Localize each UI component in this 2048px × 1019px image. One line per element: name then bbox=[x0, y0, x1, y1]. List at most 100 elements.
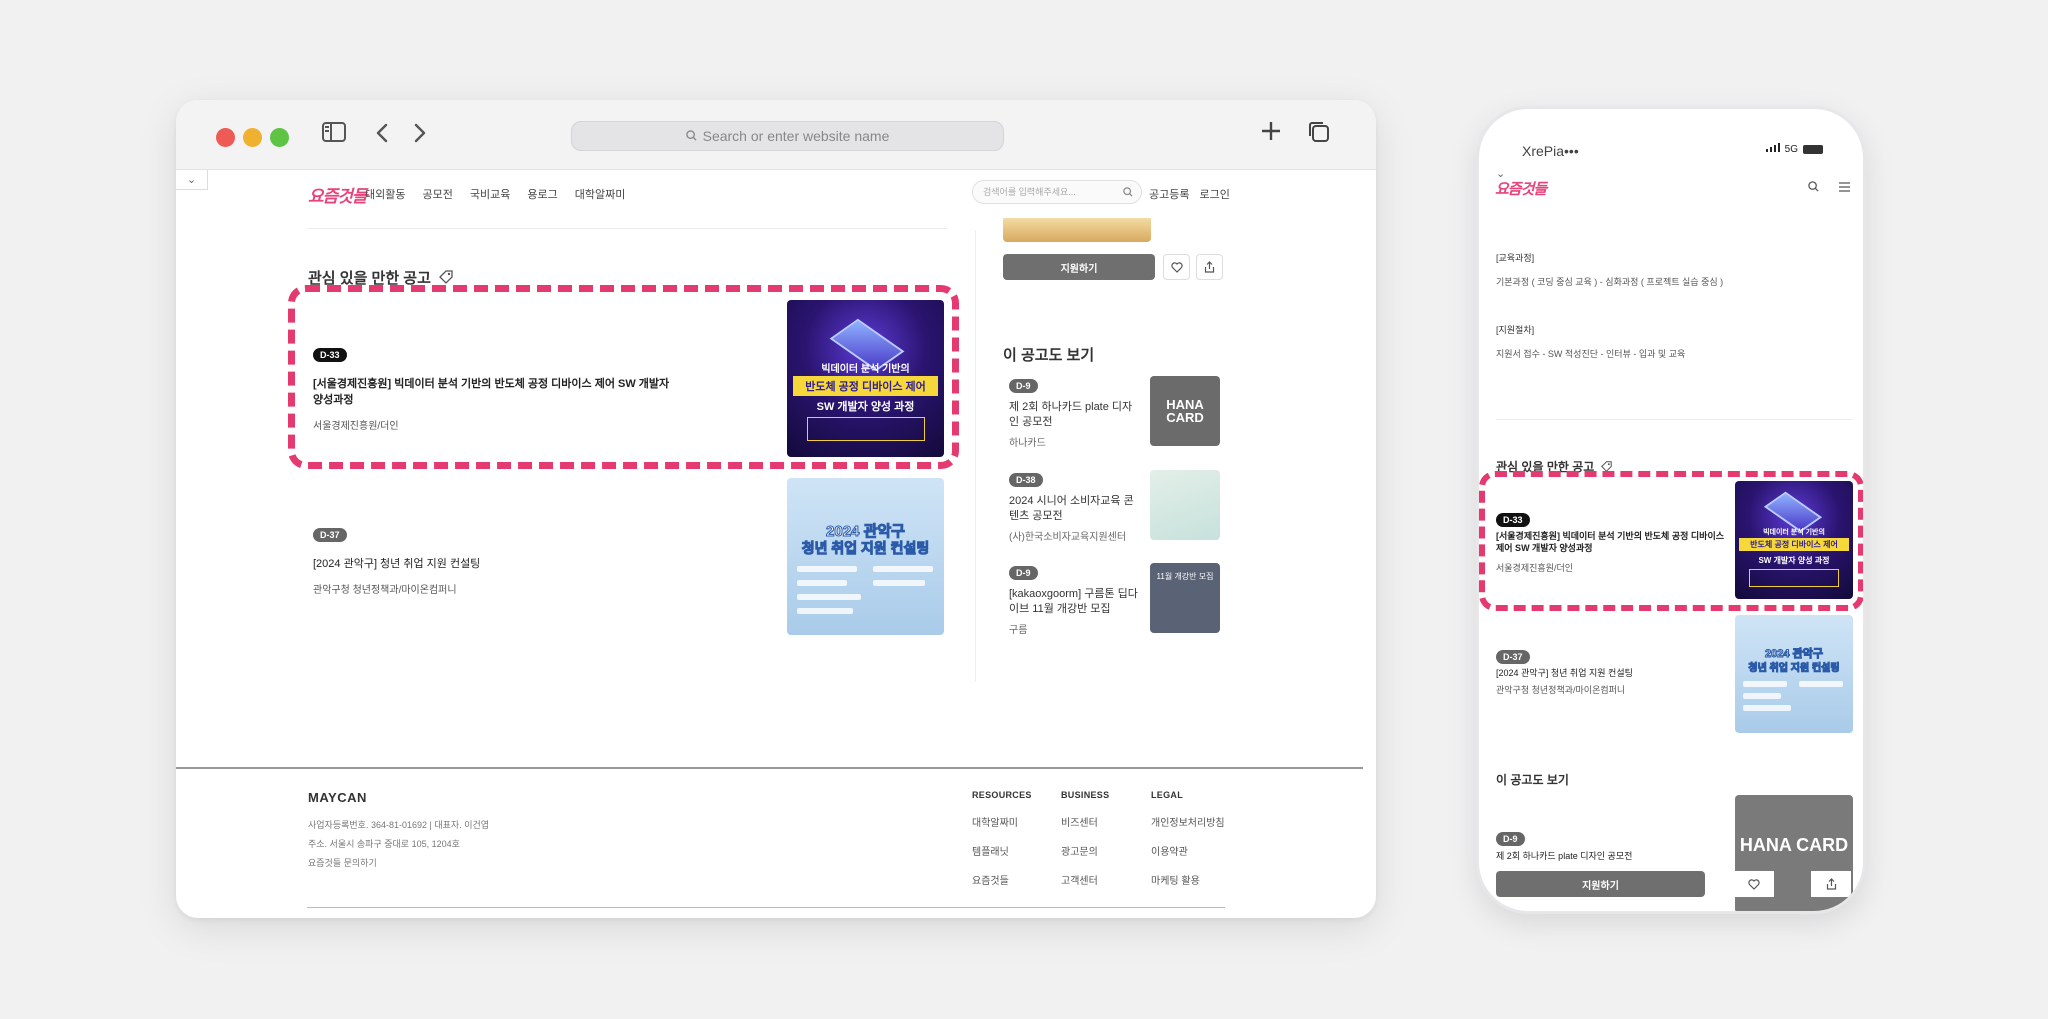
related-notice-org: 구름 bbox=[1009, 625, 1028, 636]
address-placeholder: Search or enter website name bbox=[702, 128, 890, 144]
heart-icon[interactable] bbox=[1734, 871, 1774, 897]
footer-link[interactable]: 마케팅 활용 bbox=[1151, 872, 1225, 887]
related-notice-title[interactable]: 제 2회 하나카드 plate 디자인 공모전 bbox=[1009, 400, 1141, 430]
footer-heading: BUSINESS bbox=[1061, 790, 1110, 800]
nav-item[interactable]: 대외활동 bbox=[365, 186, 405, 202]
site-search-input[interactable]: 검색어를 입력해주세요... bbox=[972, 180, 1142, 204]
poster-line: 청년 취업 지원 컨설팅 bbox=[1748, 663, 1840, 675]
tabs-overview-icon[interactable] bbox=[1307, 120, 1331, 146]
card-org: 관악구청 청년정책과/마이온컴퍼니 bbox=[1496, 685, 1626, 695]
sidebar-poster-image bbox=[1003, 218, 1151, 242]
related-notice-thumbnail[interactable]: 11월 개강반 모집 bbox=[1150, 563, 1220, 633]
poster-row bbox=[797, 566, 857, 572]
carrier-label: XrePia••• bbox=[1522, 143, 1579, 159]
poster-row bbox=[873, 566, 933, 572]
site-search-placeholder: 검색어를 입력해주세요... bbox=[983, 187, 1076, 197]
footer-link[interactable]: 템플래닛 bbox=[972, 843, 1032, 858]
account-nav: 공고등록 로그인 bbox=[1149, 186, 1230, 202]
footer-link[interactable]: 대학알짜미 bbox=[972, 814, 1032, 829]
footer-logo: MAYCAN bbox=[308, 790, 367, 805]
nav-item[interactable]: 대학알짜미 bbox=[575, 186, 626, 202]
nav-item[interactable]: 국비교육 bbox=[470, 186, 510, 202]
apply-button[interactable]: 지원하기 bbox=[1003, 254, 1155, 280]
menu-icon[interactable] bbox=[1839, 181, 1850, 195]
poster-row bbox=[1743, 705, 1791, 711]
footer-contact-link[interactable]: 요즘것들 문의하기 bbox=[308, 856, 377, 869]
poster-row bbox=[797, 580, 847, 586]
battery-icon bbox=[1803, 144, 1823, 154]
d-day-badge: D-9 bbox=[1496, 829, 1525, 847]
poster-row bbox=[797, 594, 861, 600]
search-icon[interactable] bbox=[1808, 181, 1819, 195]
nav-item[interactable]: 용로그 bbox=[527, 186, 557, 202]
related-notice-thumbnail[interactable]: HANA CARD bbox=[1150, 376, 1220, 446]
footer-link[interactable]: 요즘것들 bbox=[972, 872, 1032, 887]
process-heading: [지원절차] bbox=[1496, 325, 1535, 335]
browser-toolbar: Search or enter website name bbox=[176, 100, 1376, 170]
footer-link[interactable]: 비즈센터 bbox=[1061, 814, 1109, 829]
apply-button[interactable]: 지원하기 bbox=[1496, 871, 1705, 897]
footer-column-resources: RESOURCES 대학알짜미 템플래닛 요즘것들 bbox=[972, 790, 1032, 901]
post-notice-link[interactable]: 공고등록 bbox=[1149, 186, 1189, 202]
d-day-badge-text: D-9 bbox=[1496, 832, 1525, 846]
card-org: 관악구청 청년정책과/마이온컴퍼니 bbox=[313, 585, 457, 596]
d-day-badge: D-9 bbox=[1009, 379, 1038, 393]
footer-business-info: 사업자등록번호. 364-81-01692 | 대표자. 이건엽 bbox=[308, 820, 490, 830]
site-logo[interactable]: 요즘것들 bbox=[1495, 178, 1547, 199]
d-day-badge-text: D-37 bbox=[1496, 650, 1530, 664]
site-header: 요즘것들 대외활동 공모전 국비교육 용로그 대학알짜미 검색어를 입력해주세요… bbox=[176, 170, 1376, 218]
minimize-window-button[interactable] bbox=[243, 128, 262, 147]
footer-link[interactable]: 이용약관 bbox=[1151, 843, 1225, 858]
login-link[interactable]: 로그인 bbox=[1199, 186, 1229, 202]
address-bar[interactable]: Search or enter website name bbox=[571, 121, 1004, 151]
footer-divider bbox=[176, 767, 1363, 769]
poster-line: 청년 취업 지원 컨설팅 bbox=[801, 540, 930, 557]
footer-address: 주소. 서울시 송파구 중대로 105, 1204호 bbox=[308, 839, 460, 849]
new-tab-icon[interactable] bbox=[1260, 120, 1282, 146]
footer-bottom-line bbox=[307, 907, 1225, 908]
maximize-window-button[interactable] bbox=[270, 128, 289, 147]
footer-heading: LEGAL bbox=[1151, 790, 1183, 800]
related-notice-org: 하나카드 bbox=[1009, 438, 1046, 449]
footer-heading: RESOURCES bbox=[972, 790, 1032, 800]
footer-link[interactable]: 개인정보처리방침 bbox=[1151, 814, 1225, 829]
share-icon[interactable] bbox=[1811, 871, 1851, 897]
column-divider bbox=[975, 230, 976, 682]
related-notice-title[interactable]: [kakaoxgoorm] 구름톤 딥다이브 11월 개강반 모집 bbox=[1009, 587, 1141, 617]
card-title[interactable]: [2024 관악구] 청년 취업 지원 컨설팅 bbox=[313, 555, 673, 571]
d-day-badge: D-9 bbox=[1009, 566, 1038, 580]
card-poster-image[interactable]: 2024 관악구 청년 취업 지원 컨설팅 bbox=[787, 478, 944, 635]
related-notice-card[interactable]: D-9 제 2회 하나카드 plate 디자인 공모전 하나카드 HANA CA… bbox=[1003, 376, 1220, 452]
poster-row bbox=[1799, 681, 1843, 687]
footer-link[interactable]: 광고문의 bbox=[1061, 843, 1109, 858]
share-icon[interactable] bbox=[1196, 254, 1223, 280]
divider bbox=[1496, 419, 1853, 420]
related-notice-card[interactable]: D-38 2024 시니어 소비자교육 콘텐츠 공모전 (사)한국소비자교육지원… bbox=[1003, 470, 1220, 546]
process-text: 지원서 접수 - SW 적성진단 - 인터뷰 - 입과 및 교육 bbox=[1496, 349, 1686, 359]
sidebar-toggle-icon[interactable] bbox=[322, 122, 346, 148]
highlight-frame bbox=[288, 285, 959, 469]
footer-column-legal: LEGAL 개인정보처리방침 이용약관 마케팅 활용 bbox=[1151, 790, 1225, 901]
related-notice-thumbnail[interactable] bbox=[1150, 470, 1220, 540]
footer-link[interactable]: 고객센터 bbox=[1061, 872, 1109, 887]
heart-icon[interactable] bbox=[1163, 254, 1190, 280]
divider bbox=[307, 228, 947, 229]
nav-item[interactable]: 공모전 bbox=[422, 186, 452, 202]
main-nav: 대외활동 공모전 국비교육 용로그 대학알짜미 bbox=[365, 186, 625, 202]
poster-row bbox=[873, 580, 925, 586]
site-logo[interactable]: 요즘것들 bbox=[308, 182, 368, 207]
related-notice-title[interactable]: 2024 시니어 소비자교육 콘텐츠 공모전 bbox=[1009, 494, 1141, 524]
notice-card[interactable]: D-37 [2024 관악구] 청년 취업 지원 컨설팅 관악구청 청년정책과/… bbox=[313, 525, 673, 596]
search-icon[interactable] bbox=[1123, 181, 1133, 206]
status-bar: 5G bbox=[1765, 143, 1823, 155]
close-window-button[interactable] bbox=[216, 128, 235, 147]
course-text: 기본과정 ( 코딩 중심 교육 ) - 심화과정 ( 프로젝트 실습 중심 ) bbox=[1496, 277, 1724, 287]
phone-frame: XrePia••• 5G ⌄ 요즘것들 [교육과정] 기본과정 ( 코딩 중심 … bbox=[1476, 106, 1866, 914]
back-icon[interactable] bbox=[375, 122, 389, 148]
card-title[interactable]: [2024 관악구] 청년 취업 지원 컨설팅 bbox=[1496, 667, 1726, 679]
related-notice-title[interactable]: 제 2회 하나카드 plate 디자인 공모전 bbox=[1496, 850, 1726, 862]
card-poster-image[interactable]: 2024 관악구 청년 취업 지원 컨설팅 bbox=[1735, 615, 1853, 733]
highlight-frame bbox=[1479, 471, 1863, 611]
forward-icon[interactable] bbox=[413, 122, 427, 148]
related-notice-card[interactable]: D-9 [kakaoxgoorm] 구름톤 딥다이브 11월 개강반 모집 구름… bbox=[1003, 563, 1220, 639]
